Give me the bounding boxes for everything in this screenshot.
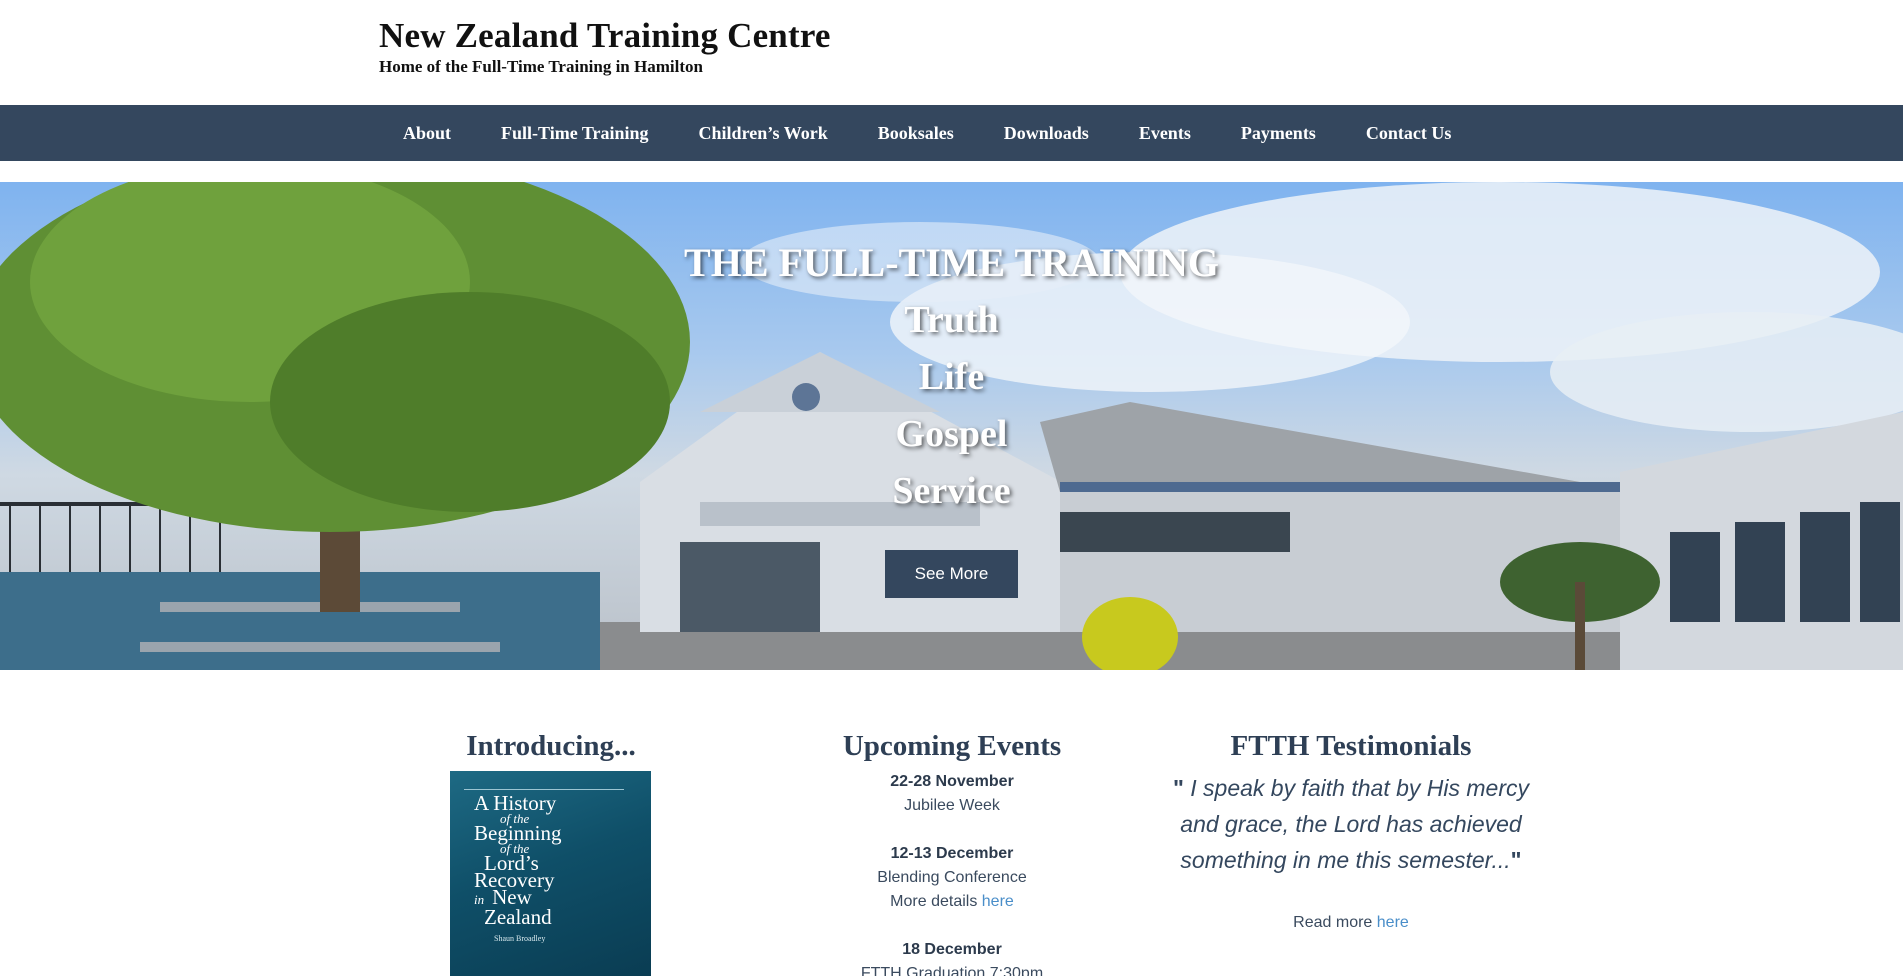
site-header: New Zealand Training Centre Home of the … xyxy=(0,0,1903,105)
event-name: Blending Conference xyxy=(877,869,1027,886)
event-details-label: More details xyxy=(890,893,978,910)
intro-section: Introducing... xyxy=(431,728,671,764)
nav-item-events[interactable]: Events xyxy=(1114,105,1216,161)
event-date: 22-28 November xyxy=(890,773,1014,790)
events-heading: Upcoming Events xyxy=(842,730,1062,762)
site-title[interactable]: New Zealand Training Centre xyxy=(379,16,831,56)
nav-menu: About Full-Time Training Children’s Work… xyxy=(378,105,1476,161)
event-name: Jubilee Week xyxy=(904,797,1000,814)
event-details-link[interactable]: here xyxy=(982,893,1014,910)
hero-banner: THE FULL-TIME TRAINING Truth Life Gospel… xyxy=(0,182,1903,670)
main-nav: About Full-Time Training Children’s Work… xyxy=(0,105,1903,161)
event-date: 12-13 December xyxy=(890,845,1014,862)
events-list: 22-28 November Jubilee Week 12-13 Decemb… xyxy=(812,770,1092,976)
nav-item-childrens-work[interactable]: Children’s Work xyxy=(674,105,853,161)
testimonials-section: FTTH Testimonials xyxy=(1165,728,1537,764)
events-section: Upcoming Events xyxy=(812,728,1092,764)
nav-item-full-time-training[interactable]: Full-Time Training xyxy=(476,105,674,161)
open-quote-mark: " xyxy=(1172,775,1184,801)
book-title-line: in xyxy=(474,892,485,907)
book-cover-image[interactable]: A History of the Beginning of the Lord’s… xyxy=(450,771,651,976)
nav-item-payments[interactable]: Payments xyxy=(1216,105,1341,161)
see-more-button[interactable]: See More xyxy=(885,550,1018,598)
event-details: More details here xyxy=(812,890,1092,914)
book-title-line: Zealand xyxy=(484,905,552,929)
nav-item-downloads[interactable]: Downloads xyxy=(979,105,1114,161)
intro-heading: Introducing... xyxy=(466,730,636,762)
book-cover-title: A History of the Beginning of the Lord’s… xyxy=(474,791,562,929)
testimonial-quote: " I speak by faith that by His mercy and… xyxy=(1165,770,1537,878)
hero-line-gospel: Gospel xyxy=(895,413,1008,455)
book-title-line: Beginning xyxy=(474,821,562,845)
event-name: FTTH Graduation 7:30pm xyxy=(860,965,1044,976)
hero-line-life: Life xyxy=(918,356,985,398)
book-cover-rule xyxy=(464,789,624,790)
event-date: 18 December xyxy=(902,941,1002,958)
testimonial-read-more: Read more here xyxy=(1165,914,1537,932)
book-title-line: A History xyxy=(474,791,557,815)
hero-line-service: Service xyxy=(892,470,1011,512)
close-quote-mark: " xyxy=(1510,847,1522,873)
hero-heading: THE FULL-TIME TRAINING xyxy=(684,240,1219,285)
nav-item-booksales[interactable]: Booksales xyxy=(853,105,979,161)
nav-item-about[interactable]: About xyxy=(378,105,476,161)
nav-item-contact-us[interactable]: Contact Us xyxy=(1341,105,1477,161)
book-author: Shaun Broadley xyxy=(494,934,546,943)
hero-line-truth: Truth xyxy=(904,299,999,341)
site-tagline: Home of the Full-Time Training in Hamilt… xyxy=(379,57,703,76)
hero-text: THE FULL-TIME TRAINING Truth Life Gospel… xyxy=(0,234,1903,520)
read-more-label: Read more xyxy=(1293,914,1373,931)
testimonials-heading: FTTH Testimonials xyxy=(1230,730,1472,762)
testimonial-text: I speak by faith that by His mercy and g… xyxy=(1180,775,1530,873)
read-more-link[interactable]: here xyxy=(1377,914,1409,931)
